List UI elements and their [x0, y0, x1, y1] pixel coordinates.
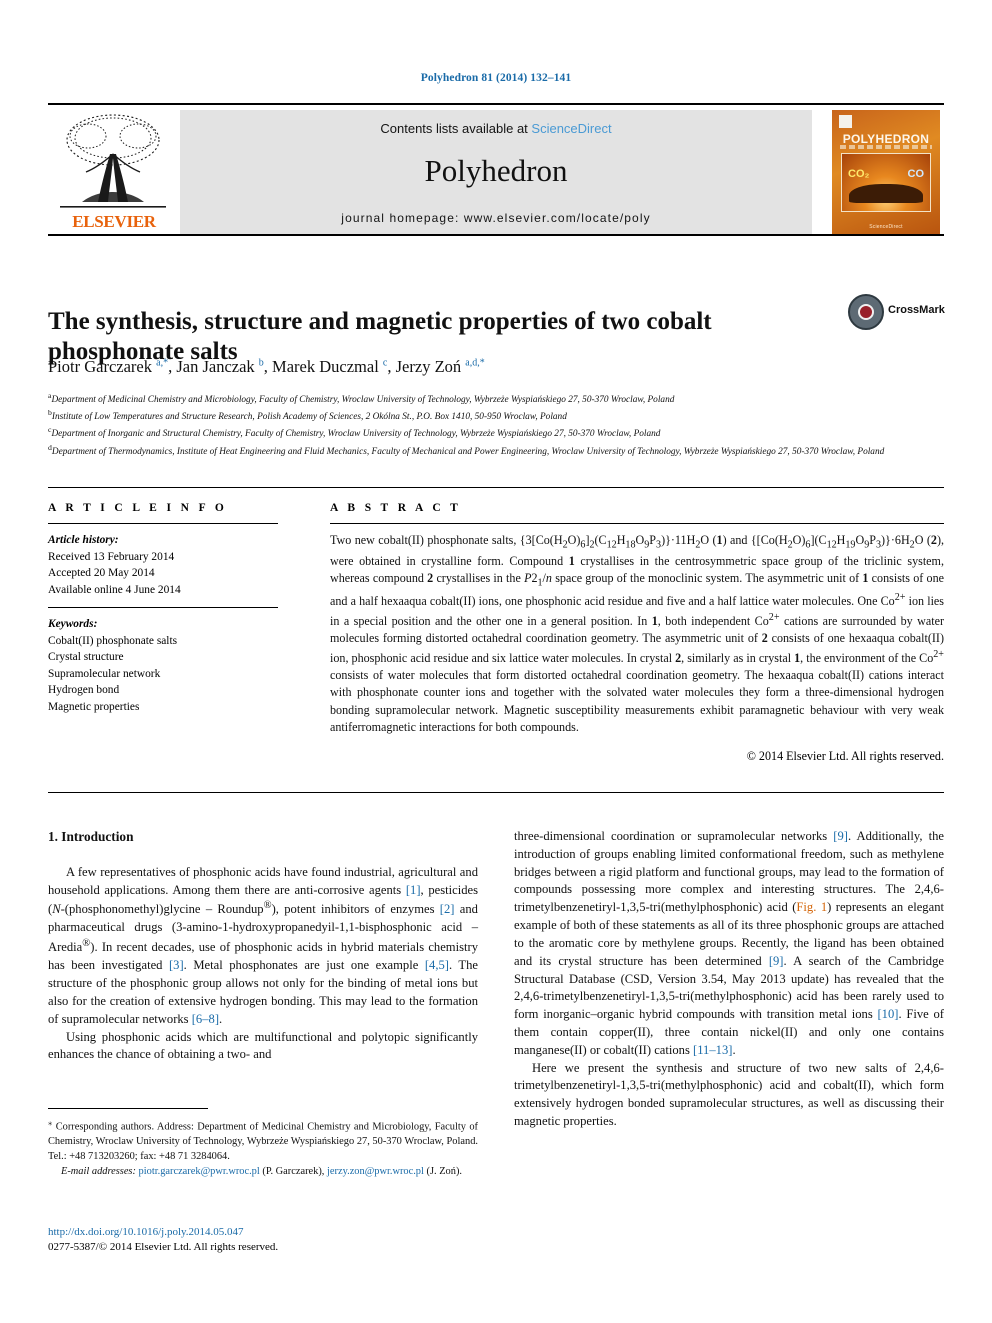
abstract-column: A B S T R A C T Two new cobalt(II) phosp…	[330, 502, 944, 764]
affiliation-text: Department of Inorganic and Structural C…	[51, 429, 661, 440]
cover-artwork: CO₂ CO	[841, 153, 931, 212]
cover-subtitle-bars	[840, 145, 932, 149]
cover-elsevier-mark	[839, 115, 852, 128]
elsevier-tree-logo: ELSEVIER	[52, 110, 174, 234]
affiliation-item: aDepartment of Medicinal Chemistry and M…	[48, 390, 938, 407]
keyword-item: Supramolecular network	[48, 667, 161, 680]
crossmark-label: CrossMark	[888, 304, 945, 316]
footnote-divider	[48, 1108, 208, 1109]
corresponding-author-note: ⁎ Corresponding authors. Address: Depart…	[48, 1117, 478, 1162]
affiliation-item: dDepartment of Thermodynamics, Institute…	[48, 442, 938, 459]
affiliation-item: cDepartment of Inorganic and Structural …	[48, 424, 938, 441]
affiliation-item: bInstitute of Low Temperatures and Struc…	[48, 407, 938, 424]
paragraph: Using phosphonic acids which are multifu…	[48, 1029, 478, 1062]
cover-footer-text: ScienceDirect	[869, 224, 903, 230]
abstract-copyright: © 2014 Elsevier Ltd. All rights reserved…	[746, 748, 944, 763]
article-history-block: Article history: Received 13 February 20…	[48, 532, 298, 598]
info-band-bottom-rule	[48, 792, 944, 793]
running-head: Polyhedron 81 (2014) 132–141	[420, 72, 572, 84]
elsevier-wordmark: ELSEVIER	[72, 212, 156, 231]
journal-homepage-link[interactable]: journal homepage: www.elsevier.com/locat…	[180, 211, 812, 225]
section-heading-introduction: 1. Introduction	[48, 829, 134, 844]
masthead-center-panel: Contents lists available at ScienceDirec…	[180, 110, 812, 234]
issn-copyright-line: 0277-5387/© 2014 Elsevier Ltd. All right…	[48, 1241, 279, 1254]
history-item: Available online 4 June 2014	[48, 583, 181, 596]
article-info-divider	[48, 523, 278, 524]
doi-link[interactable]: http://dx.doi.org/10.1016/j.poly.2014.05…	[48, 1225, 478, 1240]
abstract-body: Two new cobalt(II) phosphonate salts, {3…	[330, 533, 945, 735]
abstract-heading: A B S T R A C T	[330, 502, 462, 514]
journal-masthead: ELSEVIER Contents lists available at Sci…	[48, 103, 944, 236]
article-page: Polyhedron 81 (2014) 132–141 ELSEVIER Co…	[0, 0, 992, 1323]
keywords-divider	[48, 607, 278, 609]
keyword-item: Hydrogen bond	[48, 684, 120, 697]
crossmark-icon	[848, 294, 884, 330]
author-list: Piotr Garczarek a,*, Jan Janczak b, Mare…	[48, 357, 485, 376]
contents-prefix: Contents lists available at	[380, 121, 532, 136]
cover-label-co2: CO₂	[848, 168, 870, 180]
paragraph: three-dimensional coordination or supram…	[514, 829, 944, 1057]
history-item: Received 13 February 2014	[48, 550, 175, 563]
crossmark-badge[interactable]: CrossMark	[848, 288, 945, 340]
affiliation-text: Department of Thermodynamics, Institute …	[51, 446, 885, 457]
keywords-block: Keywords: Cobalt(II) phosphonate salts C…	[48, 616, 298, 715]
contents-list-line: Contents lists available at ScienceDirec…	[180, 121, 812, 136]
body-column-right: three-dimensional coordination or supram…	[514, 828, 944, 1131]
cover-silhouette-graphic	[849, 183, 923, 204]
paragraph: Here we present the synthesis and struct…	[514, 1060, 944, 1128]
keyword-item: Cobalt(II) phosphonate salts	[48, 634, 178, 647]
article-info-heading: A R T I C L E I N F O	[48, 502, 228, 514]
affiliation-text: Institute of Low Temperatures and Struct…	[51, 412, 567, 423]
article-info-column: A R T I C L E I N F O Article history: R…	[48, 502, 298, 715]
keyword-item: Crystal structure	[48, 651, 124, 664]
body-column-left: 1. Introduction A few representatives of…	[48, 828, 478, 1064]
cover-title: POLYHEDRON	[842, 132, 930, 146]
footnote-block: ⁎ Corresponding authors. Address: Depart…	[48, 1116, 478, 1180]
keyword-item: Magnetic properties	[48, 700, 140, 713]
info-band-top-rule	[48, 487, 944, 488]
email-addresses-note: E-mail addresses: piotr.garczarek@pwr.wr…	[61, 1165, 462, 1177]
article-history-label: Article history:	[48, 534, 119, 546]
sciencedirect-link[interactable]: ScienceDirect	[531, 121, 611, 136]
cover-label-co: CO	[907, 168, 925, 180]
paragraph: A few representatives of phosphonic acid…	[48, 864, 478, 1026]
history-item: Accepted 20 May 2014	[48, 567, 155, 580]
journal-title: Polyhedron	[424, 153, 568, 188]
journal-cover-thumbnail: POLYHEDRON CO₂ CO ScienceDirect	[832, 110, 940, 234]
keywords-label: Keywords:	[48, 618, 98, 631]
footer-doi-block: http://dx.doi.org/10.1016/j.poly.2014.05…	[48, 1225, 478, 1256]
affiliation-list: aDepartment of Medicinal Chemistry and M…	[48, 390, 938, 459]
abstract-divider	[330, 523, 944, 524]
affiliation-text: Department of Medicinal Chemistry and Mi…	[51, 395, 675, 406]
